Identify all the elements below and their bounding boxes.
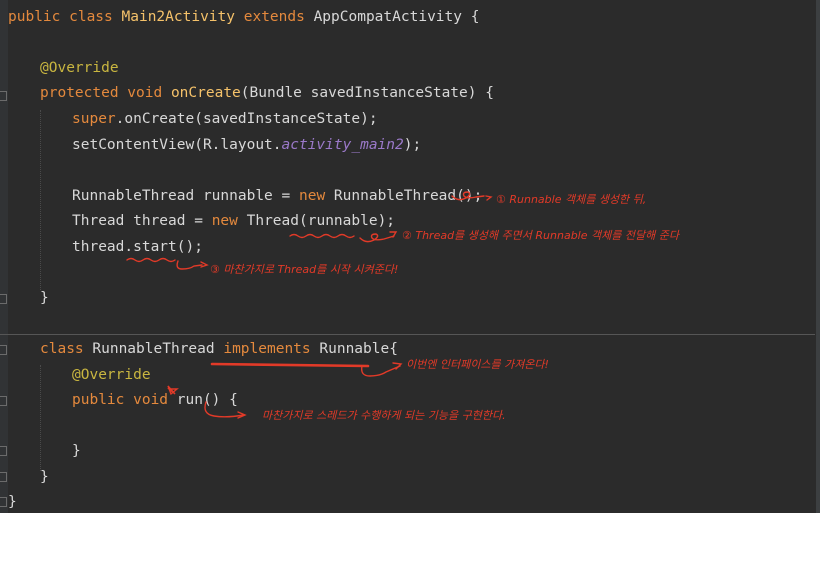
arrow-2 [359,233,395,243]
arrow-1 [451,191,485,201]
annotation-note-5: 마찬가지로 스레드가 수행하게 되는 기능을 구현한다. [262,409,506,422]
code-editor[interactable]: public class Main2Activity extends AppCo… [0,0,820,513]
annotation-note-3: ③ 마찬가지로 Thread를 시작 시켜준다! [210,263,399,276]
blank-margin [0,513,820,563]
underline-implements [210,362,370,368]
arrow-3 [176,260,203,270]
squiggle-runnable [289,233,355,239]
squiggle-start [126,257,176,263]
handwritten-markup [126,191,493,419]
annotation-note-2: ② Thread를 생성해 주면서 Runnable 객체를 전달해 준다 [402,229,679,242]
annotation-note-1: ① Runnable 객체를 생성한 뒤, [496,193,647,206]
arrow-4 [360,365,401,377]
arrow-1-head [485,195,493,201]
annotation-note-4: 이번엔 인터페이스를 가져온다! [406,358,549,371]
arrow-5 [204,401,245,418]
star-mark [167,385,179,396]
